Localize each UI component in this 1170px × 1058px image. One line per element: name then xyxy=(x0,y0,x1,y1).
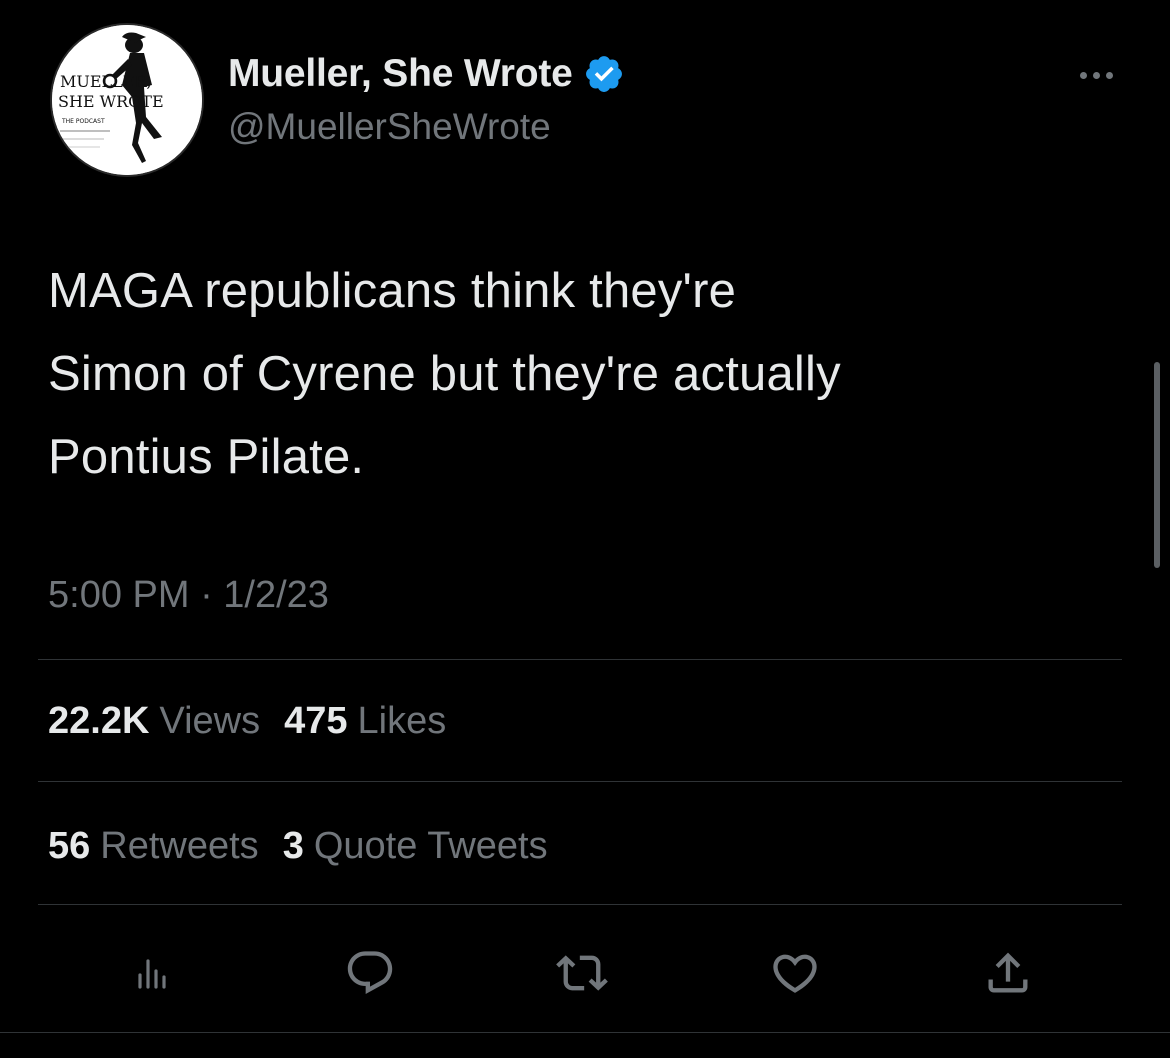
verified-badge-icon xyxy=(583,53,625,95)
divider xyxy=(38,659,1122,660)
avatar-logo-text-3: THE PODCAST xyxy=(61,118,105,125)
author-display-name[interactable]: Mueller, She Wrote xyxy=(228,52,573,96)
quotes-count: 3 xyxy=(282,825,304,867)
reply-icon xyxy=(347,951,393,995)
author-handle[interactable]: @MuellerSheWrote xyxy=(228,106,551,148)
avatar-logo-image: MUELLER, SHE WROTE THE PODCAST xyxy=(52,25,202,175)
retweets-count: 56 xyxy=(48,825,91,867)
quotes-label: Quote Tweets xyxy=(313,825,548,867)
author-name-row[interactable]: Mueller, She Wrote xyxy=(228,52,625,96)
likes-count: 475 xyxy=(284,700,348,742)
avatar[interactable]: MUELLER, SHE WROTE THE PODCAST xyxy=(52,25,202,175)
like-button[interactable] xyxy=(760,938,830,1008)
scrollbar[interactable] xyxy=(1154,362,1160,568)
views-count: 22.2K xyxy=(48,700,150,742)
retweets-stat[interactable]: 56 Retweets xyxy=(48,825,259,868)
likes-stat[interactable]: 475 Likes xyxy=(284,700,446,743)
retweets-label: Retweets xyxy=(100,825,259,867)
likes-label: Likes xyxy=(357,700,447,742)
share-icon xyxy=(988,952,1028,993)
avatar-logo-text-2: SHE WROTE xyxy=(58,92,164,111)
analytics-button[interactable] xyxy=(117,938,187,1008)
quotes-stat[interactable]: 3 Quote Tweets xyxy=(283,825,548,868)
like-icon xyxy=(773,954,817,993)
reply-button[interactable] xyxy=(335,938,405,1008)
stats-row-views-likes: 22.2K Views 475 Likes xyxy=(48,700,446,743)
action-bar xyxy=(0,938,1170,1008)
tweet-detail: MUELLER, SHE WROTE THE PODCAST Mueller, … xyxy=(0,0,1170,1058)
tweet-text: MAGA republicans think they're Simon of … xyxy=(48,264,841,484)
analytics-icon xyxy=(138,959,166,989)
views-label: Views xyxy=(159,700,261,742)
retweet-button[interactable] xyxy=(547,938,617,1008)
retweet-icon xyxy=(556,955,608,991)
avatar-logo-text-1: MUELLER, xyxy=(60,72,152,91)
more-options-icon[interactable] xyxy=(1066,60,1126,90)
divider xyxy=(0,1032,1170,1033)
divider xyxy=(38,781,1122,782)
share-button[interactable] xyxy=(973,938,1043,1008)
tweet-timestamp[interactable]: 5:00 PM · 1/2/23 xyxy=(48,574,329,617)
stats-row-retweets-quotes: 56 Retweets 3 Quote Tweets xyxy=(48,825,548,868)
divider xyxy=(38,904,1122,905)
views-stat[interactable]: 22.2K Views xyxy=(48,700,260,743)
